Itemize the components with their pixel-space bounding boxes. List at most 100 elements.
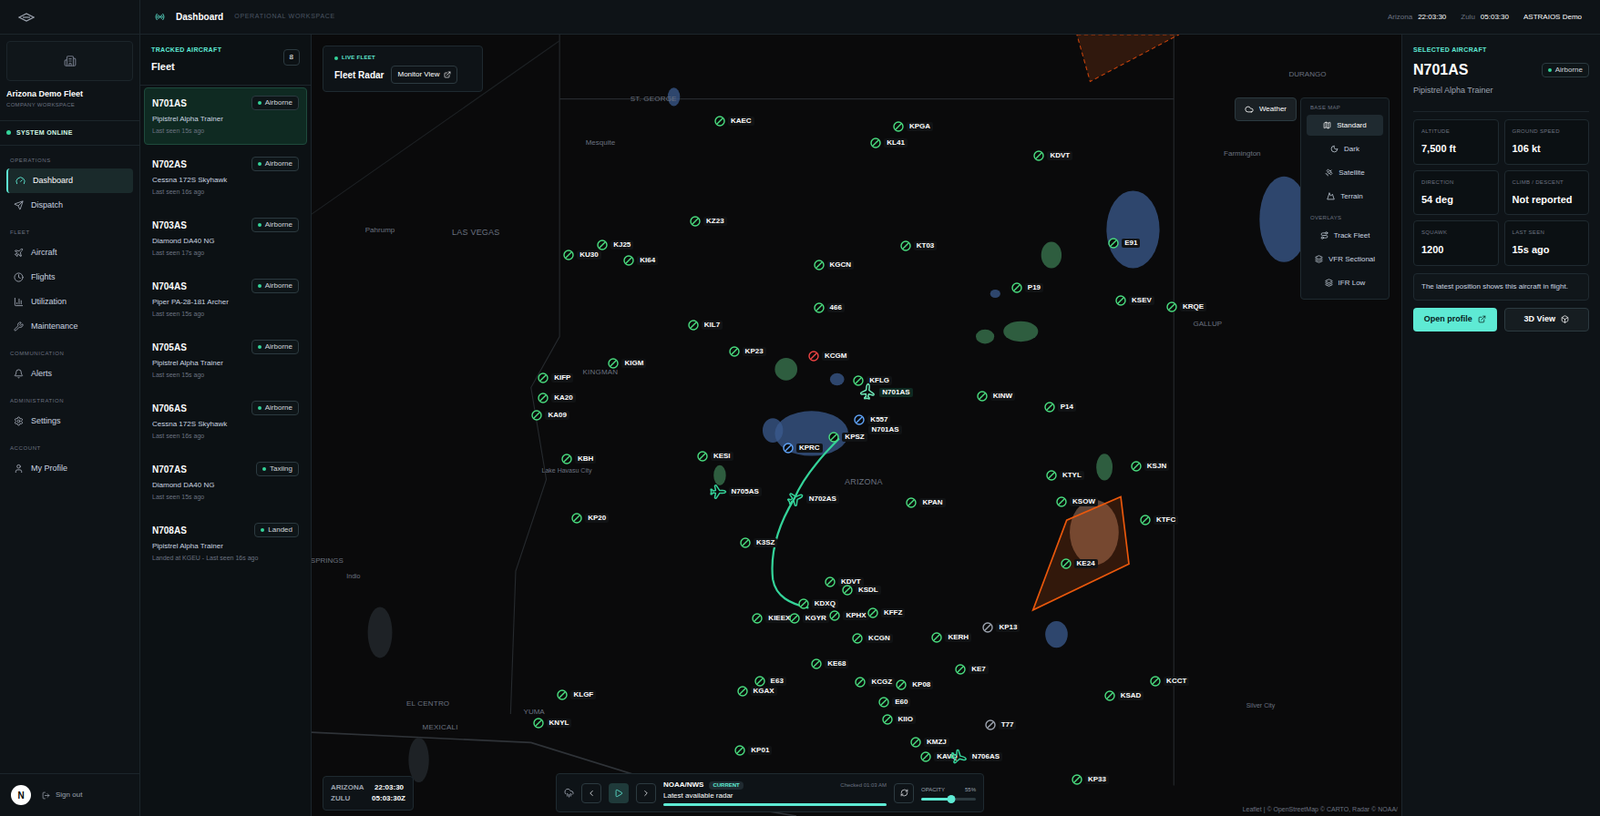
airport-pin[interactable]: KTYL [1046, 470, 1085, 482]
airport-pin[interactable]: 466 [813, 302, 845, 314]
airport-pin[interactable]: KINW [976, 390, 1016, 402]
airport-pin[interactable]: KGAX [737, 686, 778, 698]
airport-pin[interactable]: P19 [1011, 282, 1044, 294]
airport-pin[interactable]: KSJN [1130, 461, 1170, 472]
nav-item[interactable]: My Profile [6, 456, 134, 482]
airport-pin[interactable]: KFFZ [867, 607, 905, 619]
prev-button[interactable] [581, 783, 602, 804]
airport-pin[interactable]: KCGN [851, 633, 893, 645]
account-name[interactable]: ASTRAIOS Demo [1523, 11, 1582, 23]
airport-pin[interactable]: KIEEX [751, 613, 793, 625]
aircraft-marker[interactable]: N706AS [949, 748, 1003, 766]
airport-pin[interactable]: KTFC [1139, 514, 1179, 526]
nav-item[interactable]: Settings [6, 409, 134, 434]
airport-pin[interactable]: T77 [984, 719, 1017, 731]
airport-pin[interactable]: KIL7 [687, 319, 723, 331]
refresh-button[interactable] [893, 783, 914, 804]
nav-item[interactable]: Dispatch [6, 193, 134, 218]
airport-pin[interactable]: KAEC [714, 115, 755, 127]
airport-pin[interactable]: KERH [931, 632, 972, 644]
overlay-option[interactable]: IFR Low [1306, 272, 1384, 294]
aircraft-marker[interactable]: N701AS [859, 384, 913, 401]
nav-item[interactable]: Dashboard [6, 168, 134, 194]
opacity-slider[interactable] [921, 798, 976, 801]
airport-pin[interactable]: KMZJ [910, 737, 950, 749]
airport-pin[interactable]: KGCN [813, 259, 855, 271]
airport-pin[interactable]: KSEV [1115, 295, 1155, 307]
airport-pin[interactable]: KP08 [895, 679, 934, 691]
nav-item[interactable]: Maintenance [6, 314, 134, 339]
open-profile-button[interactable]: Open profile [1413, 307, 1498, 332]
avatar[interactable]: N [10, 785, 31, 806]
airport-pin[interactable]: KE7 [954, 664, 989, 676]
base-map-option[interactable]: Terrain [1306, 185, 1384, 207]
airport-pin[interactable]: KPAN [905, 497, 945, 509]
base-map-option[interactable]: Dark [1306, 138, 1384, 160]
airport-pin[interactable]: KLGF [556, 689, 596, 701]
airport-pin[interactable]: KCCT [1149, 676, 1190, 688]
airport-pin[interactable]: KA20 [537, 392, 575, 404]
airport-pin[interactable]: KP01 [734, 745, 772, 757]
fleet-item[interactable]: N703ASAirborneDiamond DA40 NGLast seen 1… [143, 209, 308, 267]
airport-pin[interactable]: KP33 [1071, 774, 1109, 786]
radar-progress[interactable] [663, 803, 887, 807]
airport-pin[interactable]: KZ23 [689, 215, 728, 227]
airport-pin[interactable]: KP13 [982, 622, 1020, 634]
airport-pin[interactable]: KDVT [1033, 150, 1073, 162]
airport-pin[interactable]: K3SZ [739, 537, 778, 549]
airport-pin[interactable]: KPHX [829, 610, 869, 622]
fleet-item[interactable]: N704ASAirbornePiper PA-28-181 ArcherLast… [143, 270, 308, 329]
airport-pin[interactable]: KIFP [537, 372, 574, 384]
airport-pin[interactable]: KP20 [571, 512, 609, 524]
base-map-option[interactable]: Satellite [1306, 162, 1384, 184]
airport-pin[interactable]: P14 [1044, 401, 1077, 413]
airport-pin[interactable]: KESI [697, 451, 734, 462]
fleet-item[interactable]: N701ASAirbornePipistrel Alpha TrainerLas… [143, 87, 308, 145]
next-button[interactable] [635, 783, 657, 804]
weather-button[interactable]: Weather [1234, 97, 1297, 122]
nav-item[interactable]: Alerts [6, 361, 134, 387]
3d-view-button[interactable]: 3D View [1504, 307, 1590, 332]
map[interactable]: ST. GEORGEMesquiteLAS VEGASPahrumpKINGMA… [311, 34, 1402, 816]
fleet-item[interactable]: N708ASLandedPipistrel Alpha TrainerLande… [143, 514, 308, 573]
airport-pin[interactable]: K557 [853, 414, 891, 426]
overlay-option[interactable]: VFR Sectional [1306, 248, 1384, 270]
fleet-item[interactable]: N705ASAirbornePipistrel Alpha TrainerLas… [143, 331, 308, 390]
nav-item[interactable]: Flights [6, 265, 134, 290]
airport-pin[interactable]: KPRC [782, 442, 823, 454]
sign-out[interactable]: Sign out [41, 789, 83, 801]
airport-pin[interactable]: KBH [561, 453, 596, 465]
fleet-item[interactable]: N706ASAirborneCessna 172S SkyhawkLast se… [143, 392, 308, 451]
airport-pin[interactable]: KA09 [531, 410, 569, 421]
airport-pin[interactable]: KE24 [1060, 558, 1098, 570]
airport-pin[interactable]: KCGM [808, 350, 850, 362]
airport-pin[interactable]: KDXQ [798, 598, 839, 610]
fleet-item[interactable]: N707ASTaxiingDiamond DA40 NGLast seen 15… [143, 453, 308, 512]
airport-pin[interactable]: E60 [878, 697, 911, 708]
airport-pin[interactable]: KI64 [623, 255, 658, 267]
airport-pin[interactable]: KT03 [900, 240, 938, 252]
airport-pin[interactable]: E91 [1107, 237, 1140, 249]
nav-item[interactable]: Utilization [6, 289, 134, 315]
airport-pin[interactable]: KIIO [882, 714, 916, 726]
airport-pin[interactable]: KL41 [870, 137, 908, 149]
airport-pin[interactable]: KNYL [533, 717, 573, 729]
fleet-item[interactable]: N702ASAirborneCessna 172S SkyhawkLast se… [143, 148, 308, 206]
overlay-option[interactable]: Track Fleet [1306, 225, 1384, 247]
airport-pin[interactable]: KP23 [728, 346, 767, 358]
airport-pin[interactable]: KJ25 [596, 239, 634, 251]
base-map-option[interactable]: Standard [1306, 114, 1384, 136]
airport-pin[interactable]: KRQE [1166, 301, 1207, 313]
airport-pin[interactable]: KSOW [1056, 496, 1098, 508]
play-button[interactable] [608, 783, 629, 804]
airport-pin[interactable]: KSDL [841, 584, 882, 596]
airport-pin[interactable]: KSAD [1104, 690, 1145, 702]
monitor-view-button[interactable]: Monitor View [390, 65, 457, 84]
airport-pin[interactable]: KE68 [810, 658, 849, 670]
aircraft-marker[interactable]: N705AS [708, 483, 762, 501]
airport-pin[interactable]: KU30 [563, 249, 601, 261]
airport-pin[interactable]: KGYR [789, 613, 830, 625]
airport-pin[interactable]: E63 [754, 676, 787, 688]
airport-pin[interactable]: KFLG [852, 375, 893, 387]
airport-pin[interactable]: KIGM [607, 358, 647, 370]
